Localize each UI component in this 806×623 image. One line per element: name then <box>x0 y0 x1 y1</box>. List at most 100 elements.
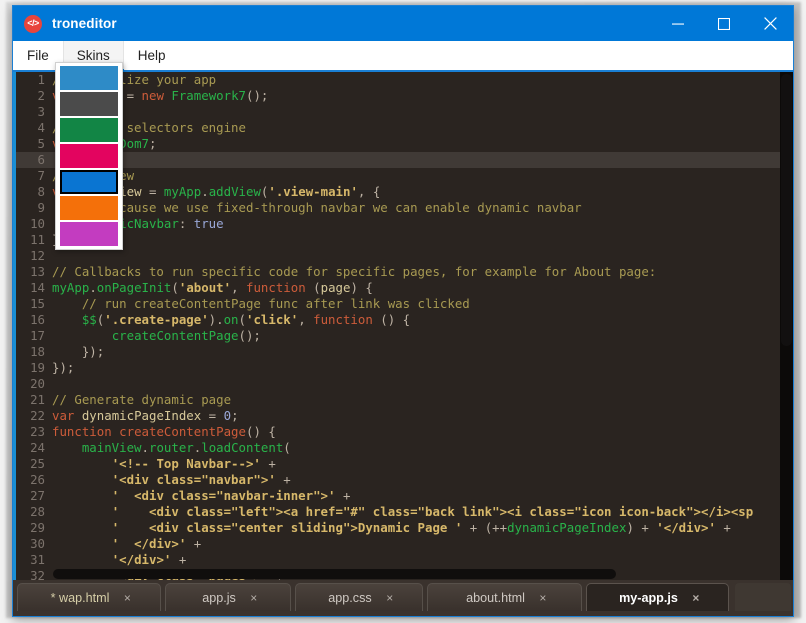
code-line[interactable]: 2 var myApp = new Framework7(); <box>16 88 793 104</box>
skin-magenta[interactable] <box>60 222 118 246</box>
line-number: 21 <box>30 392 45 407</box>
tab-close-icon[interactable]: × <box>248 591 260 605</box>
code-line[interactable]: 24 mainView.router.loadContent( <box>16 440 793 456</box>
line-number: 23 <box>30 424 45 439</box>
skins-dropdown-menu[interactable] <box>55 62 123 250</box>
line-number: 11 <box>30 232 45 247</box>
code-line-text: ' <div class="left"><a href="#" class="b… <box>111 504 754 519</box>
file-tab[interactable]: about.html × <box>427 583 582 611</box>
code-line[interactable]: 20 <box>16 376 793 392</box>
line-number: 13 <box>30 264 45 279</box>
line-number: 22 <box>30 408 45 423</box>
skin-orange[interactable] <box>60 196 118 220</box>
skin-pink[interactable] <box>60 144 118 168</box>
code-line[interactable]: 25 '<!-- Top Navbar-->' + <box>16 456 793 472</box>
code-line[interactable]: 26 '<div class="navbar">' + <box>16 472 793 488</box>
line-number: 30 <box>30 536 45 551</box>
file-tab-label: about.html <box>466 590 525 605</box>
maximize-button[interactable] <box>701 6 747 41</box>
line-number: 15 <box>30 296 45 311</box>
code-line[interactable]: 7 // Add view <box>16 168 793 184</box>
code-line-text: '<div class="navbar">' + <box>111 472 291 487</box>
file-tab[interactable]: my-app.js × <box>586 583 729 611</box>
line-number: 2 <box>37 88 45 103</box>
skin-blue-light[interactable] <box>60 66 118 90</box>
code-line[interactable]: 18 }); <box>16 344 793 360</box>
minimize-button[interactable] <box>655 6 701 41</box>
skin-blue[interactable] <box>60 170 118 194</box>
code-line-text: mainView.router.loadContent( <box>81 440 291 455</box>
file-tab-label: app.css <box>328 590 372 605</box>
code-line-text: $$('.create-page').on('click', function … <box>81 312 411 327</box>
menu-item-help[interactable]: Help <box>124 41 180 70</box>
code-line[interactable]: 15 // run createContentPage func after l… <box>16 296 793 312</box>
code-line[interactable]: 19}); <box>16 360 793 376</box>
file-tab[interactable]: app.css × <box>295 583 423 611</box>
code-line[interactable]: 14 myApp.onPageInit('about', function (pa… <box>16 280 793 296</box>
code-line[interactable]: 29 ' <div class="center sliding">Dynamic… <box>16 520 793 536</box>
code-line[interactable]: 3 <box>16 104 793 120</box>
code-lines-container[interactable]: 1 // Initialize your app 2 var myApp = new … <box>16 72 793 580</box>
line-number: 5 <box>37 136 45 151</box>
tab-close-icon[interactable]: × <box>121 591 133 605</box>
tab-close-icon[interactable]: × <box>537 591 549 605</box>
line-number: 25 <box>30 456 45 471</box>
editor-region: 1 // Initialize your app 2 var myApp = new … <box>13 70 793 580</box>
line-number: 18 <box>30 344 45 359</box>
code-line[interactable]: 10 dynamicNavbar: true <box>16 216 793 232</box>
line-number: 7 <box>37 168 45 183</box>
vertical-scrollbar[interactable] <box>780 72 793 580</box>
code-line[interactable]: 23 function createContentPage() { <box>16 424 793 440</box>
line-number: 32 <box>30 568 45 580</box>
code-line-text: dynamicNavbar: true <box>81 216 224 231</box>
application-window: </> troneditor File Skins Help 1 // Init… <box>12 5 794 617</box>
tab-bar-filler <box>735 583 791 611</box>
skin-dark-grey[interactable] <box>60 92 118 116</box>
code-line-text: var $$ = Dom7; <box>52 136 157 151</box>
line-number: 26 <box>30 472 45 487</box>
line-number: 17 <box>30 328 45 343</box>
window-controls <box>655 6 793 41</box>
code-line[interactable]: 4 // Export selectors engine <box>16 120 793 136</box>
code-line[interactable]: 21 // Generate dynamic page <box>16 392 793 408</box>
tab-close-icon[interactable]: × <box>690 591 702 605</box>
code-line-text: ' <div class="navbar-inner">' + <box>111 488 351 503</box>
code-line[interactable]: 9 // because we use fixed-through navbar… <box>16 200 793 216</box>
code-editor[interactable]: 1 // Initialize your app 2 var myApp = new … <box>13 72 793 580</box>
code-line[interactable]: 12 <box>16 248 793 264</box>
code-line-text: createContentPage(); <box>111 328 261 343</box>
code-line-text: ' <div class="center sliding">Dynamic Pa… <box>111 520 731 535</box>
code-line[interactable]: 1 // Initialize your app <box>16 72 793 88</box>
tab-close-icon[interactable]: × <box>384 591 396 605</box>
line-number: 16 <box>30 312 45 327</box>
code-line[interactable]: 30 ' </div>' + <box>16 536 793 552</box>
horizontal-scrollbar-thumb[interactable] <box>53 569 616 579</box>
file-tab[interactable]: * wap.html × <box>17 583 161 611</box>
horizontal-scrollbar[interactable] <box>53 569 779 579</box>
code-line[interactable]: 27 ' <div class="navbar-inner">' + <box>16 488 793 504</box>
code-line-text: // Callbacks to run specific code for sp… <box>52 264 657 279</box>
code-line[interactable]: 31 '</div>' + <box>16 552 793 568</box>
code-line[interactable]: 28 ' <div class="left"><a href="#" class… <box>16 504 793 520</box>
code-line-text: // Export selectors engine <box>52 120 246 135</box>
code-line-text: ' </div>' + <box>111 536 202 551</box>
code-line-text: var dynamicPageIndex = 0; <box>52 408 239 423</box>
code-line[interactable]: 8 var mainView = myApp.addView('.view-mai… <box>16 184 793 200</box>
code-line[interactable]: 11} <box>16 232 793 248</box>
skin-green[interactable] <box>60 118 118 142</box>
code-line[interactable]: 5 var $$ = Dom7; <box>16 136 793 152</box>
title-bar: </> troneditor <box>13 6 793 41</box>
code-line-text: // because we use fixed-through navbar w… <box>52 200 582 215</box>
line-number: 10 <box>30 216 45 231</box>
code-line[interactable]: 17 createContentPage(); <box>16 328 793 344</box>
code-line-text: // Initialize your app <box>52 72 217 87</box>
vertical-scrollbar-thumb[interactable] <box>781 74 792 346</box>
code-line[interactable]: 16 $$('.create-page').on('click', functi… <box>16 312 793 328</box>
code-line[interactable]: 22 var dynamicPageIndex = 0; <box>16 408 793 424</box>
file-tab-label: * wap.html <box>50 590 110 605</box>
close-button[interactable] <box>747 6 793 41</box>
file-tab[interactable]: app.js × <box>165 583 291 611</box>
code-line-text: function createContentPage() { <box>52 424 276 439</box>
code-line[interactable]: 6 <box>16 152 793 168</box>
code-line[interactable]: 13 // Callbacks to run specific code for … <box>16 264 793 280</box>
